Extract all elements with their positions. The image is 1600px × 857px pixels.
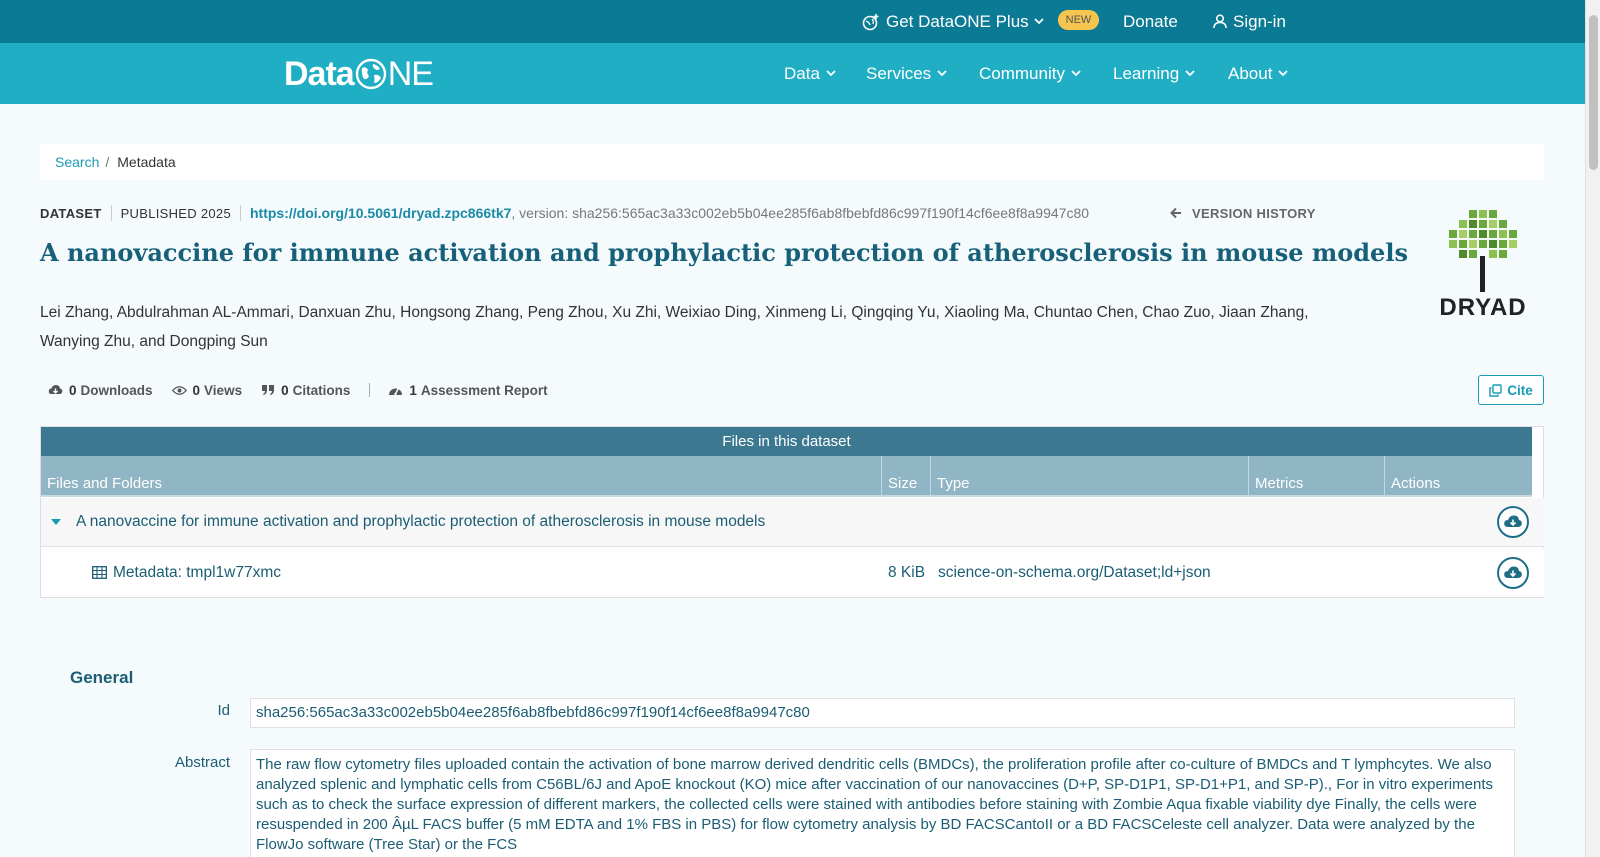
views-label: Views bbox=[204, 382, 243, 398]
cloud-download-icon bbox=[48, 384, 63, 394]
breadcrumb-current: Metadata bbox=[117, 154, 176, 170]
nav-data[interactable]: Data bbox=[784, 43, 836, 104]
dataset-meta-line: DATASET PUBLISHED 2025 https://doi.org/1… bbox=[40, 204, 1089, 222]
column-header-type[interactable]: Type bbox=[931, 456, 1249, 497]
downloads-metric[interactable]: 0 Downloads bbox=[48, 383, 153, 398]
breadcrumb: Search / Metadata bbox=[40, 144, 1544, 180]
logo-text: Data bbox=[284, 54, 355, 93]
divider bbox=[110, 205, 112, 221]
table-icon bbox=[92, 566, 107, 579]
main-navbar: Data NE Data Services Community Learning… bbox=[0, 43, 1585, 104]
file-name-label: Metadata: tmpl1w77xmc bbox=[113, 563, 281, 581]
dataone-logo[interactable]: Data NE bbox=[284, 54, 434, 94]
dryad-logo-text: DRYAD bbox=[1439, 294, 1527, 321]
breadcrumb-separator: / bbox=[105, 154, 110, 170]
copy-icon bbox=[1489, 383, 1502, 397]
page-scrollbar[interactable] bbox=[1585, 0, 1600, 857]
sign-in-label: Sign-in bbox=[1233, 11, 1286, 31]
files-table-title: Files in this dataset bbox=[41, 427, 1532, 456]
cite-label: Cite bbox=[1507, 382, 1533, 398]
get-dataone-plus-menu[interactable]: Get DataONE Plus bbox=[862, 0, 1050, 43]
views-count: 0 bbox=[192, 382, 201, 398]
downloads-label: Downloads bbox=[80, 382, 153, 398]
files-table-header-row: Files and Folders Size Type Metrics Acti… bbox=[41, 456, 1532, 497]
chevron-down-icon bbox=[1034, 18, 1044, 25]
new-badge: NEW bbox=[1058, 10, 1099, 30]
nav-services[interactable]: Services bbox=[866, 43, 947, 104]
version-history-label: VERSION HISTORY bbox=[1192, 205, 1316, 221]
quote-icon bbox=[262, 385, 275, 395]
downloads-count: 0 bbox=[69, 382, 77, 398]
version-label: , version: sha256:565ac3a33c002eb5b04ee2… bbox=[511, 205, 1090, 221]
doi-link[interactable]: https://doi.org/10.5061/dryad.zpc866tk7 bbox=[250, 205, 511, 221]
column-header-files[interactable]: Files and Folders bbox=[41, 456, 882, 497]
citations-label: Citations bbox=[292, 382, 351, 398]
get-dataone-plus-label: Get DataONE Plus bbox=[886, 11, 1029, 31]
sign-in-link[interactable]: Sign-in bbox=[1213, 0, 1286, 43]
top-bar: Get DataONE Plus NEW Donate Sign-in bbox=[0, 0, 1585, 43]
abstract-label: Abstract bbox=[174, 754, 230, 771]
column-header-actions[interactable]: Actions bbox=[1385, 456, 1532, 497]
files-table: Files in this dataset Files and Folders … bbox=[40, 426, 1544, 598]
id-label: Id bbox=[217, 702, 230, 719]
nav-about-label: About bbox=[1228, 63, 1273, 83]
views-metric[interactable]: 0 Views bbox=[171, 382, 243, 398]
download-button[interactable] bbox=[1497, 506, 1529, 538]
chevron-down-icon bbox=[826, 70, 836, 77]
dryad-tree-icon bbox=[1449, 210, 1517, 292]
globe-plus-icon bbox=[862, 13, 879, 30]
chevron-down-icon bbox=[1185, 70, 1195, 77]
arrow-left-icon bbox=[1170, 207, 1181, 219]
nav-services-label: Services bbox=[866, 63, 932, 83]
chevron-down-icon bbox=[1071, 70, 1081, 77]
nav-learning-label: Learning bbox=[1113, 63, 1180, 83]
citations-metric[interactable]: 0 Citations bbox=[261, 383, 350, 398]
folder-name[interactable]: A nanovaccine for immune activation and … bbox=[76, 513, 765, 531]
table-row[interactable]: Metadata: tmpl1w77xmc 8 KiB science-on-s… bbox=[41, 548, 1544, 597]
dataset-metrics: 0 Downloads 0 Views 0 Citations 1 Assessment… bbox=[48, 381, 567, 399]
table-row[interactable]: A nanovaccine for immune activation and … bbox=[41, 498, 1544, 547]
general-section-heading: General bbox=[70, 668, 134, 687]
dataset-authors: Lei Zhang, Abdulrahman AL-Ammari, Danxua… bbox=[40, 304, 1309, 350]
file-type: science-on-schema.org/Dataset;ld+json bbox=[938, 563, 1211, 581]
caret-down-icon[interactable] bbox=[51, 518, 61, 526]
chevron-down-icon bbox=[937, 70, 947, 77]
version-history-link[interactable]: VERSION HISTORY bbox=[1170, 204, 1316, 222]
nav-community-label: Community bbox=[979, 63, 1065, 83]
nav-data-label: Data bbox=[784, 63, 820, 83]
dryad-logo[interactable]: DRYAD bbox=[1427, 208, 1537, 321]
file-name[interactable]: Metadata: tmpl1w77xmc bbox=[92, 564, 281, 582]
divider bbox=[369, 383, 371, 397]
dataset-title: A nanovaccine for immune activation and … bbox=[40, 238, 1408, 267]
dataset-type-label: DATASET bbox=[40, 205, 102, 221]
donate-link[interactable]: Donate bbox=[1123, 0, 1178, 43]
eye-icon bbox=[171, 385, 187, 395]
gauge-icon bbox=[389, 388, 403, 396]
cloud-download-icon bbox=[1504, 515, 1522, 527]
assessment-label: Assessment Report bbox=[420, 382, 548, 398]
nav-learning[interactable]: Learning bbox=[1113, 43, 1195, 104]
breadcrumb-search-link[interactable]: Search bbox=[55, 154, 99, 170]
assessment-report-metric[interactable]: 1 Assessment Report bbox=[388, 382, 548, 398]
abstract-value[interactable]: The raw flow cytometry files uploaded co… bbox=[250, 749, 1515, 857]
logo-text-suffix: NE bbox=[387, 54, 434, 93]
cite-button[interactable]: Cite bbox=[1478, 375, 1544, 405]
nav-about[interactable]: About bbox=[1228, 43, 1289, 104]
column-header-metrics[interactable]: Metrics bbox=[1249, 456, 1385, 497]
assessment-count: 1 bbox=[409, 382, 417, 398]
file-size: 8 KiB bbox=[888, 563, 926, 581]
globe-logo-icon bbox=[355, 58, 386, 90]
published-label: PUBLISHED 2025 bbox=[120, 205, 231, 221]
chevron-down-icon bbox=[1278, 70, 1289, 77]
nav-community[interactable]: Community bbox=[979, 43, 1081, 104]
scrollbar-thumb[interactable] bbox=[1589, 15, 1598, 170]
divider bbox=[239, 205, 241, 221]
download-button[interactable] bbox=[1497, 556, 1529, 589]
id-value[interactable]: sha256:565ac3a33c002eb5b04ee285f6ab8fbeb… bbox=[250, 698, 1515, 728]
cloud-download-icon bbox=[1504, 566, 1522, 578]
citations-count: 0 bbox=[281, 382, 289, 398]
user-icon bbox=[1213, 14, 1227, 29]
column-header-size[interactable]: Size bbox=[882, 456, 931, 497]
